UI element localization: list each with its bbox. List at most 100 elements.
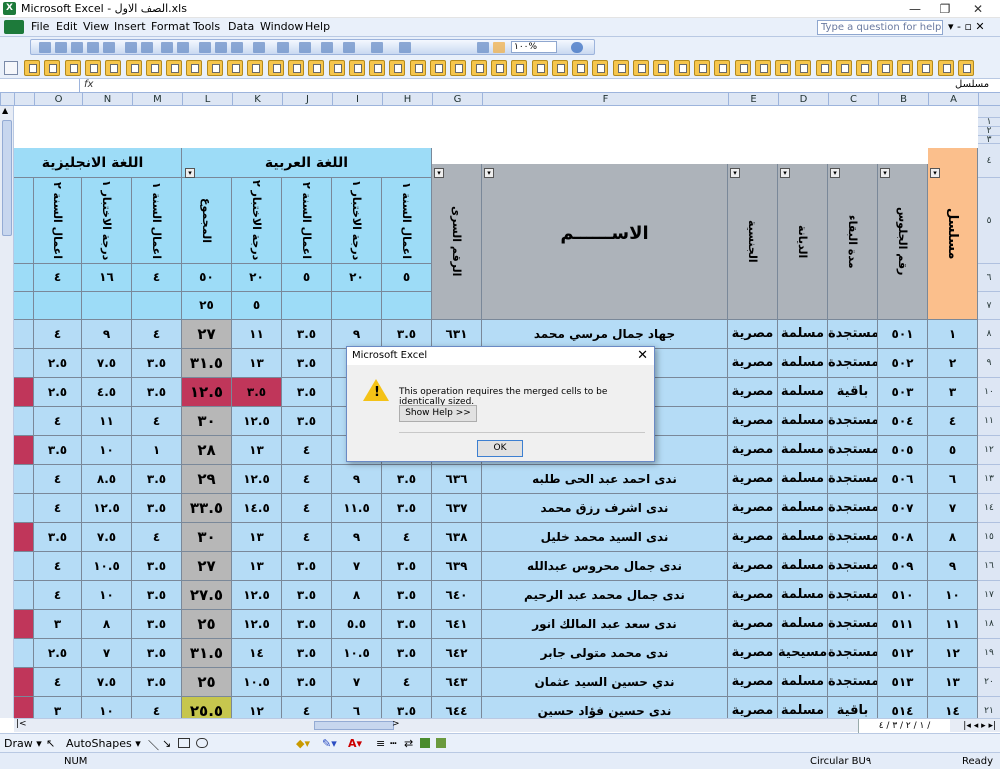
scroll-up-icon[interactable]: ▲ xyxy=(2,106,8,115)
ok-button[interactable]: OK xyxy=(477,440,523,457)
cell-n[interactable]: ٧.٥ xyxy=(82,668,132,697)
formula-content[interactable]: مسلسل xyxy=(955,79,989,90)
arabic-group-header[interactable]: اللغة العربية xyxy=(182,148,432,178)
cell-k[interactable]: ١٣ xyxy=(232,349,282,378)
cell-a[interactable]: ٦ xyxy=(928,465,978,494)
cell-k[interactable]: ١٤ xyxy=(232,639,282,668)
cell-k[interactable]: ١١ xyxy=(232,320,282,349)
email-icon[interactable] xyxy=(103,42,115,53)
partial-max-cell[interactable] xyxy=(14,264,34,292)
partial-cell[interactable] xyxy=(14,639,34,668)
cell-i[interactable]: ١١.٥ xyxy=(332,494,382,523)
column-header-m[interactable]: M xyxy=(132,93,182,106)
cell-e[interactable]: مصرية xyxy=(728,407,778,436)
cell-j[interactable]: ٤ xyxy=(282,436,332,465)
menu-tools[interactable]: Tools xyxy=(193,20,220,33)
cell-d[interactable]: مسلمة xyxy=(778,436,828,465)
cell-j[interactable]: ٣.٥ xyxy=(282,349,332,378)
row-header[interactable]: ١٦ xyxy=(978,552,1000,581)
select-all-corner[interactable] xyxy=(0,93,14,106)
cell-o[interactable]: ٤ xyxy=(34,407,82,436)
cell-i[interactable]: ٩ xyxy=(332,465,382,494)
cell-l[interactable]: ٣٠ xyxy=(182,523,232,552)
cell-a[interactable]: ٨ xyxy=(928,523,978,552)
cell-c[interactable]: مستجدة xyxy=(828,581,878,610)
sort-descending-icon[interactable] xyxy=(399,42,411,53)
filter-dropdown-icon[interactable]: ▾ xyxy=(484,168,494,178)
restore-button[interactable]: ❐ xyxy=(930,0,960,18)
partial-cell[interactable] xyxy=(14,436,34,465)
partial-cell[interactable] xyxy=(14,668,34,697)
cell-b[interactable]: ٥٠٨ xyxy=(878,523,928,552)
cell-o[interactable]: ٤ xyxy=(34,668,82,697)
macro-button-icon[interactable] xyxy=(856,60,873,76)
cell-m[interactable]: ٣.٥ xyxy=(132,639,182,668)
filter-dropdown-icon[interactable]: ▾ xyxy=(730,168,740,178)
header-k[interactable]: درجة الاختبار ٢ xyxy=(232,178,282,264)
oval-icon[interactable] xyxy=(196,738,208,748)
max-mark-cell[interactable] xyxy=(34,292,82,320)
partial-cell[interactable] xyxy=(14,552,34,581)
cell-m[interactable]: ٣.٥ xyxy=(132,465,182,494)
cell-j[interactable]: ٣.٥ xyxy=(282,581,332,610)
cell-f[interactable]: جهاد جمال مرسي محمد xyxy=(482,320,728,349)
line-icon[interactable]: ＼ xyxy=(148,737,159,753)
cell-m[interactable]: ٤ xyxy=(132,407,182,436)
macro-button-icon[interactable] xyxy=(227,60,243,76)
menu-window[interactable]: Window xyxy=(260,20,303,33)
cell-m[interactable]: ٣.٥ xyxy=(132,668,182,697)
cell-b[interactable]: ٥١٣ xyxy=(878,668,928,697)
cell-m[interactable]: ٣.٥ xyxy=(132,610,182,639)
max-mark-cell[interactable]: ٥ xyxy=(232,292,282,320)
column-header-g[interactable]: G xyxy=(432,93,482,106)
paste-icon[interactable] xyxy=(231,42,243,53)
macro-button-icon[interactable] xyxy=(24,60,40,76)
row-header[interactable]: ١٩ xyxy=(978,639,1000,668)
cell-j[interactable]: ٣.٥ xyxy=(282,378,332,407)
column-header-l[interactable]: L xyxy=(182,93,232,106)
cell-o[interactable]: ٤ xyxy=(34,581,82,610)
macro-button-icon[interactable] xyxy=(44,60,61,76)
cell-k[interactable]: ١٣ xyxy=(232,436,282,465)
macro-button-icon[interactable] xyxy=(409,60,426,76)
cell-n[interactable]: ٤.٥ xyxy=(82,378,132,407)
macro-button-icon[interactable] xyxy=(836,60,852,76)
header-b[interactable]: رقم الجلوس xyxy=(878,164,928,320)
scroll-left-icon[interactable]: |< xyxy=(16,719,27,729)
column-header-e[interactable]: E xyxy=(728,93,778,106)
partial-cell[interactable] xyxy=(14,465,34,494)
cell-n[interactable]: ٧ xyxy=(82,639,132,668)
macro-button-icon[interactable] xyxy=(815,60,832,76)
cell-n[interactable]: ٨.٥ xyxy=(82,465,132,494)
cut-icon[interactable] xyxy=(199,42,211,53)
cell-e[interactable]: مصرية xyxy=(728,349,778,378)
macro-button-icon[interactable] xyxy=(531,60,548,76)
cell-d[interactable]: مسلمة xyxy=(778,523,828,552)
macro-button-icon[interactable] xyxy=(896,60,913,76)
cell-f[interactable]: ندى السيد محمد خليل xyxy=(482,523,728,552)
partial-cell[interactable] xyxy=(14,610,34,639)
cell-o[interactable]: ٤ xyxy=(34,320,82,349)
row-header[interactable]: ١٥ xyxy=(978,523,1000,552)
cell-l[interactable]: ١٢.٥ xyxy=(182,378,232,407)
document-window-controls[interactable]: ▾ - ▫ ✕ xyxy=(948,20,985,33)
cell-o[interactable]: ٢.٥ xyxy=(34,639,82,668)
cell-a[interactable]: ٤ xyxy=(928,407,978,436)
cell-g[interactable]: ٦٣١ xyxy=(432,320,482,349)
cell-o[interactable]: ٣ xyxy=(34,697,82,718)
header-j[interactable]: اعمال السنة ٢ xyxy=(282,178,332,264)
cell-k[interactable]: ١٢.٥ xyxy=(232,610,282,639)
cell-b[interactable]: ٥٠٢ xyxy=(878,349,928,378)
english-group-header[interactable]: اللغة الانجليزية xyxy=(14,148,182,178)
macro-button-icon[interactable] xyxy=(633,60,649,76)
cell-m[interactable]: ٣.٥ xyxy=(132,581,182,610)
macro-button-icon[interactable] xyxy=(470,60,487,76)
shadow-icon[interactable] xyxy=(420,738,430,748)
row-header[interactable]: ٩ xyxy=(978,349,1000,378)
cell-j[interactable]: ٤ xyxy=(282,697,332,718)
cell-k[interactable]: ١٤.٥ xyxy=(232,494,282,523)
chart-wizard-icon[interactable] xyxy=(477,42,489,53)
column-header-i[interactable]: I xyxy=(332,93,382,106)
cell-j[interactable]: ٤ xyxy=(282,494,332,523)
macro-button-icon[interactable] xyxy=(775,60,792,76)
